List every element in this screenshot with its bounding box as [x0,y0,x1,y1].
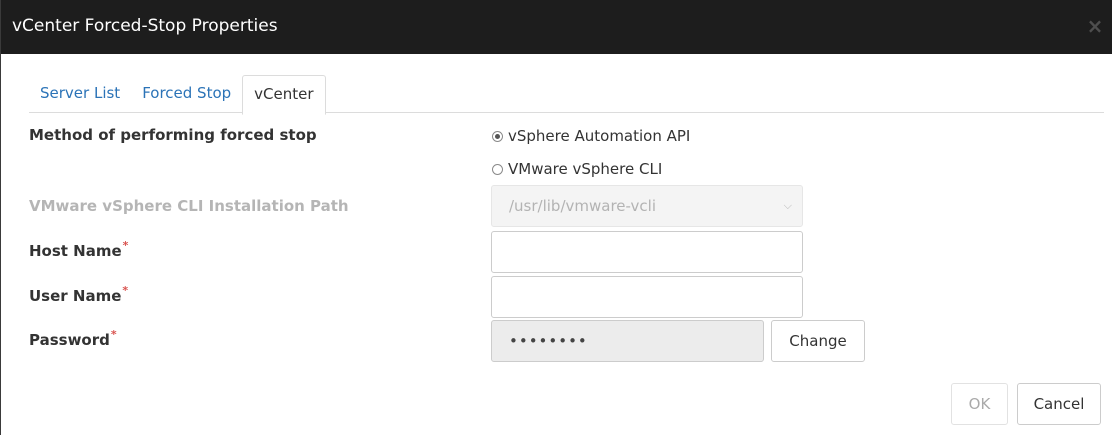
radio-button-checked[interactable] [492,130,503,142]
tab-vcenter[interactable]: vCenter [242,75,326,115]
radio-option-automation-api[interactable]: vSphere Automation API [492,127,690,145]
cancel-button[interactable]: Cancel [1017,383,1101,425]
tab-bar: Server List Forced Stop vCenter [29,75,326,115]
dialog-title: vCenter Forced-Stop Properties [12,16,278,36]
user-name-label: User Name* [29,284,129,305]
dialog-titlebar: vCenter Forced-Stop Properties × [1,0,1112,54]
host-name-label-text: Host Name [29,242,122,260]
radio-option-label: vSphere Automation API [508,127,691,145]
required-marker: * [122,239,129,252]
cli-path-label: VMware vSphere CLI Installation Path [29,197,349,215]
cli-path-select: /usr/lib/vmware-vcli ⌵ [491,185,803,227]
radio-button[interactable] [492,163,503,175]
radio-option-vsphere-cli[interactable]: VMware vSphere CLI [492,160,662,178]
host-name-input[interactable] [491,231,803,273]
method-label: Method of performing forced stop [29,126,317,144]
close-icon[interactable]: × [1085,16,1105,36]
ok-button[interactable]: OK [951,383,1008,425]
change-password-button[interactable]: Change [771,320,865,362]
user-name-label-text: User Name [29,287,122,305]
password-label: Password* [29,328,117,349]
tab-forced-stop[interactable]: Forced Stop [131,75,242,112]
chevron-down-icon: ⌵ [783,199,792,212]
cli-path-value: /usr/lib/vmware-vcli [509,197,656,215]
properties-dialog: vCenter Forced-Stop Properties × Server … [0,0,1112,435]
radio-option-label: VMware vSphere CLI [508,160,663,178]
required-marker: * [122,284,129,297]
user-name-input[interactable] [491,276,803,318]
password-field: •••••••• [491,320,764,362]
password-label-text: Password [29,331,110,349]
required-marker: * [110,328,117,341]
host-name-label: Host Name* [29,239,129,260]
tab-server-list[interactable]: Server List [29,75,131,112]
